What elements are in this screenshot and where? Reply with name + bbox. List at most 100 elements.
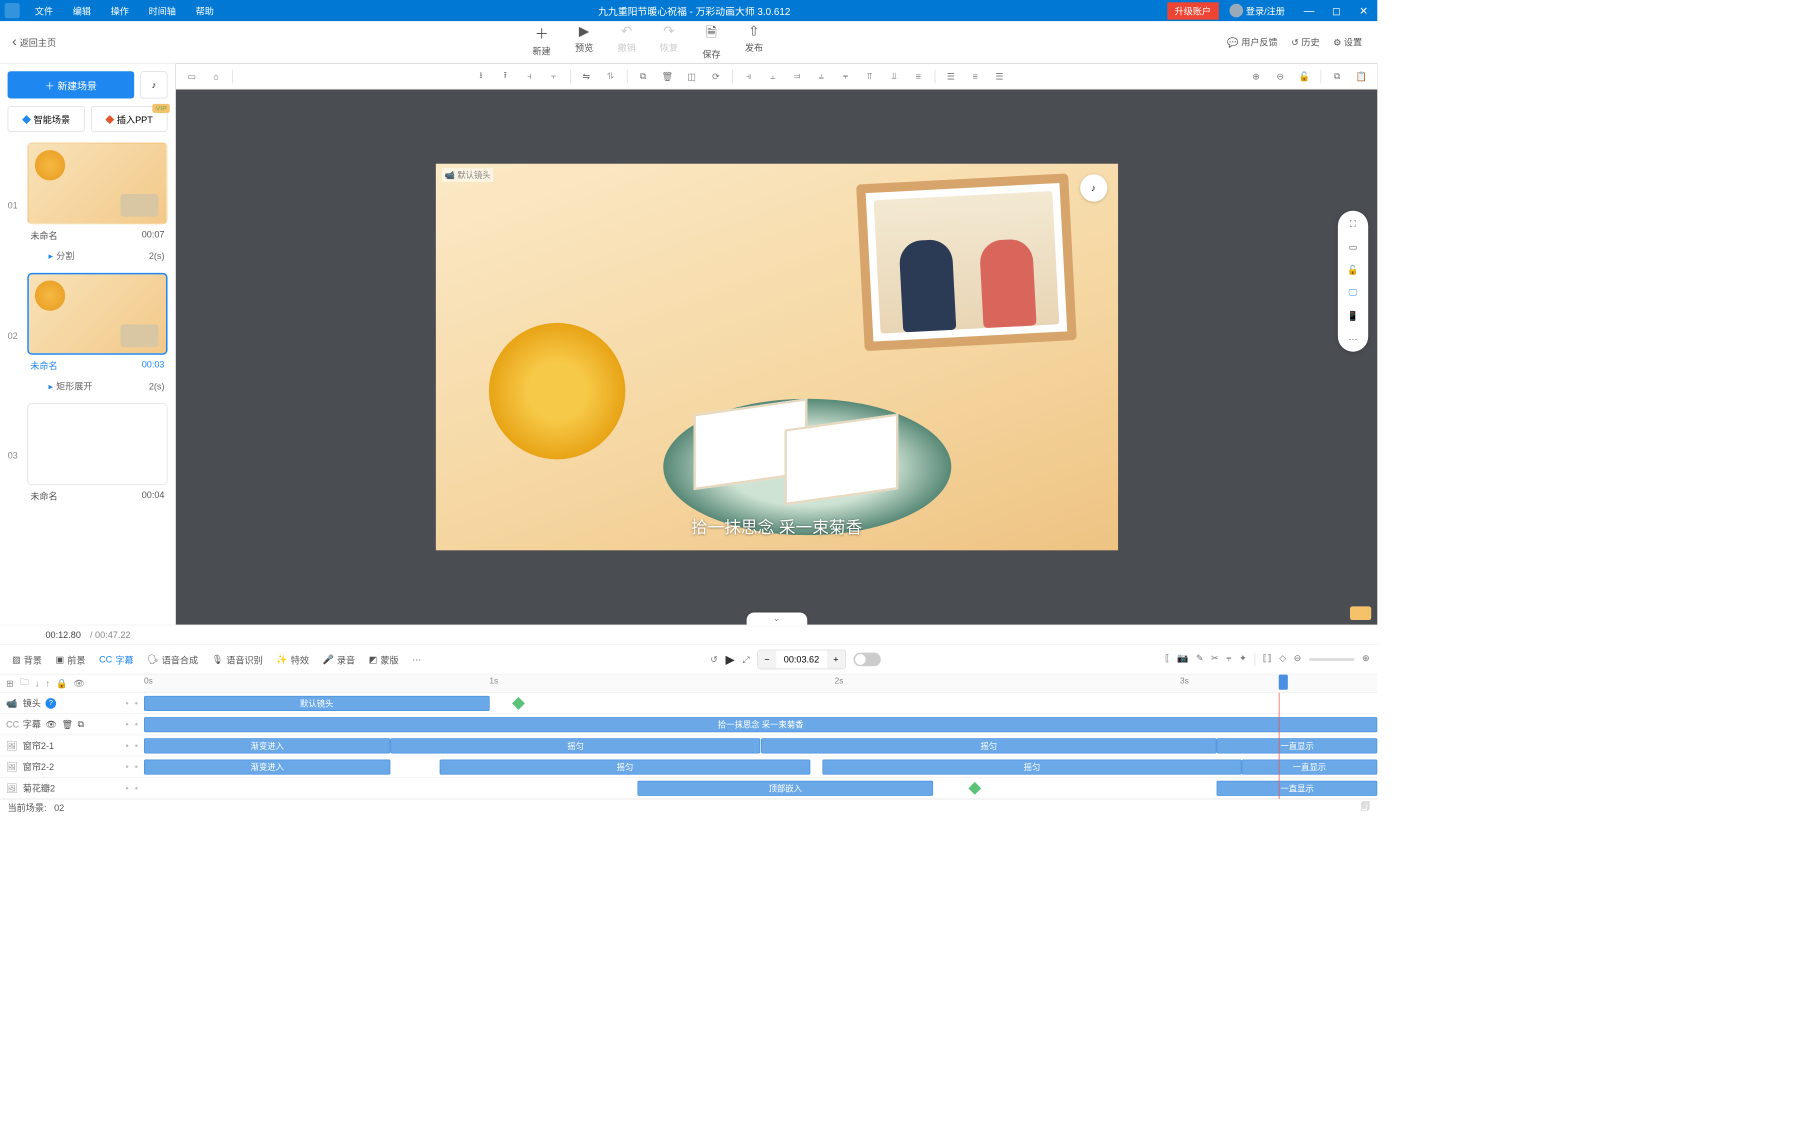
rotate-icon[interactable]: ⟳	[706, 66, 726, 86]
copy-icon[interactable]: ⧉	[1327, 66, 1347, 86]
bracket-icon[interactable]: ⟦⟧	[1263, 653, 1272, 667]
align-bottom-icon[interactable]: ⭳	[471, 66, 491, 86]
thumbnail-icon[interactable]	[1350, 606, 1371, 620]
zoom-out-timeline-icon[interactable]: ⊖	[1294, 653, 1302, 667]
snapshot-icon[interactable]: 📷	[1177, 653, 1188, 667]
minimize-button[interactable]: —	[1295, 4, 1322, 17]
group-icon[interactable]: ⧉	[633, 66, 653, 86]
edit-clip-icon[interactable]: ✎	[1196, 653, 1204, 667]
clip-一直显示[interactable]: 一直显示	[1217, 780, 1377, 795]
distribute-h-icon[interactable]: ⫨	[811, 66, 831, 86]
scene-thumb-02[interactable]	[27, 273, 167, 355]
zoom-out-icon[interactable]: ⊖	[1270, 66, 1290, 86]
link-用户反馈[interactable]: 💬 用户反馈	[1227, 36, 1277, 49]
wand-icon[interactable]: ✦	[1239, 653, 1247, 667]
playhead[interactable]	[1279, 675, 1288, 690]
maximize-button[interactable]: ◻	[1323, 4, 1350, 17]
clip-摇匀[interactable]: 摇匀	[391, 738, 761, 753]
add-keyframe-icon[interactable]	[968, 782, 981, 795]
upgrade-account-button[interactable]: 升级账户	[1167, 2, 1219, 19]
marker-in-icon[interactable]: ⟦	[1165, 653, 1170, 667]
align-right-icon[interactable]: ⫤	[787, 66, 807, 86]
login-button[interactable]: 登录/注册	[1225, 4, 1290, 18]
tab-语音合成[interactable]: 🗣语音合成	[143, 650, 203, 669]
back-home-button[interactable]: 返回主页	[0, 34, 68, 50]
scene-thumb-01[interactable]	[27, 143, 167, 225]
align-hcenter-icon[interactable]: ⫠	[763, 66, 783, 86]
add-track-icon[interactable]: ⊞	[6, 678, 14, 689]
folder-icon[interactable]: 🗀	[20, 675, 29, 691]
clip-一直显示[interactable]: 一直显示	[1242, 759, 1378, 774]
menu-file[interactable]: 文件	[27, 1, 60, 20]
scissors-icon[interactable]: ✂	[1211, 653, 1219, 667]
align-vtop-icon[interactable]: ⫧	[836, 66, 856, 86]
toolbar-预览-button[interactable]: ▶预览	[575, 23, 593, 60]
desktop-view-icon[interactable]: 🖵	[1349, 287, 1358, 298]
snap-toggle[interactable]	[853, 653, 880, 667]
time-minus-button[interactable]: −	[758, 650, 776, 668]
visibility-icon[interactable]: 👁	[74, 678, 86, 689]
fit-icon[interactable]: ▭	[1349, 242, 1358, 253]
clip-摇匀[interactable]: 摇匀	[440, 759, 810, 774]
keyframe-icon[interactable]: ◇	[1279, 653, 1286, 667]
text-align-left-icon[interactable]: ☰	[941, 66, 961, 86]
menu-edit[interactable]: 编辑	[65, 1, 98, 20]
play-button[interactable]: ▶	[725, 652, 734, 667]
filter-icon[interactable]: ⫧	[1226, 653, 1231, 667]
lock-track-icon[interactable]: 🔒	[56, 678, 67, 689]
history-icon[interactable]: ↺	[710, 654, 718, 665]
status-copy-icon[interactable]: 🗐	[1361, 800, 1370, 816]
tab-more[interactable]: ⋯	[408, 650, 426, 669]
select-tool-icon[interactable]: ▭	[182, 66, 202, 86]
align-top-icon[interactable]: ⭱	[495, 66, 515, 86]
timeline-ruler[interactable]: 0s1s2s3s	[144, 675, 1377, 692]
zoom-in-icon[interactable]: ⊕	[1246, 66, 1266, 86]
clip-顶部嵌入[interactable]: 顶部嵌入	[637, 780, 933, 795]
lock-icon[interactable]: 🔓	[1295, 66, 1315, 86]
toolbar-恢复-button[interactable]: ↷恢复	[660, 23, 678, 60]
align-vbottom-icon[interactable]: ⫫	[884, 66, 904, 86]
zoom-in-timeline-icon[interactable]: ⊕	[1362, 653, 1370, 667]
clip-一直显示[interactable]: 一直显示	[1217, 738, 1377, 753]
close-button[interactable]: ✕	[1350, 4, 1377, 17]
move-down-icon[interactable]: ↓	[35, 678, 40, 689]
text-align-center-icon[interactable]: ≡	[965, 66, 985, 86]
collapse-canvas-button[interactable]: ⌄	[746, 612, 807, 626]
toolbar-保存-button[interactable]: 🗎保存	[702, 23, 720, 60]
menu-action[interactable]: 操作	[103, 1, 136, 20]
clip-摇匀[interactable]: 摇匀	[822, 759, 1241, 774]
distribute-v-icon[interactable]: ≡	[908, 66, 928, 86]
unlock-icon[interactable]: 🔓	[1347, 265, 1358, 276]
chip-插入PPT[interactable]: ◆ 插入PPTVIP	[91, 106, 168, 132]
link-设置[interactable]: ⚙ 设置	[1333, 36, 1362, 49]
home-icon[interactable]: ⌂	[206, 66, 226, 86]
paste-icon[interactable]: 📋	[1352, 66, 1372, 86]
link-历史[interactable]: ↺ 历史	[1291, 36, 1319, 49]
clip-渐变进入[interactable]: 渐变进入	[144, 738, 391, 753]
clip-摇匀[interactable]: 摇匀	[761, 738, 1217, 753]
mobile-view-icon[interactable]: 📱	[1347, 311, 1358, 322]
clip-渐变进入[interactable]: 渐变进入	[144, 759, 391, 774]
toolbar-撤销-button[interactable]: ↶撤销	[617, 23, 635, 60]
toolbar-新建-button[interactable]: ＋新建	[533, 23, 551, 60]
music-button[interactable]: ♪	[140, 71, 167, 98]
delete-icon[interactable]: 🗑	[658, 66, 678, 86]
align-center-icon[interactable]: ⫟	[544, 66, 564, 86]
tab-录音[interactable]: 🎤录音	[318, 650, 360, 669]
tab-前景[interactable]: ▣前景	[51, 650, 90, 669]
expand-icon[interactable]: ⤢	[742, 654, 749, 665]
flip-v-icon[interactable]: ⥮	[601, 66, 621, 86]
scene-thumb-03[interactable]	[27, 403, 167, 485]
chip-智能场景[interactable]: ◆ 智能场景	[8, 106, 85, 132]
align-left-icon[interactable]: ⫣	[739, 66, 759, 86]
clip-默认镜头[interactable]: 默认镜头	[144, 695, 489, 710]
flip-h-icon[interactable]: ⇋	[576, 66, 596, 86]
tab-特效[interactable]: ✨特效	[272, 650, 314, 669]
move-up-icon[interactable]: ↑	[46, 678, 51, 689]
more-icon[interactable]: ⋯	[1348, 334, 1357, 345]
menu-help[interactable]: 帮助	[188, 1, 221, 20]
stage-music-icon[interactable]: ♪	[1080, 174, 1107, 201]
text-align-right-icon[interactable]: ☰	[990, 66, 1010, 86]
crop-icon[interactable]: ◫	[682, 66, 702, 86]
time-plus-button[interactable]: +	[827, 650, 845, 668]
